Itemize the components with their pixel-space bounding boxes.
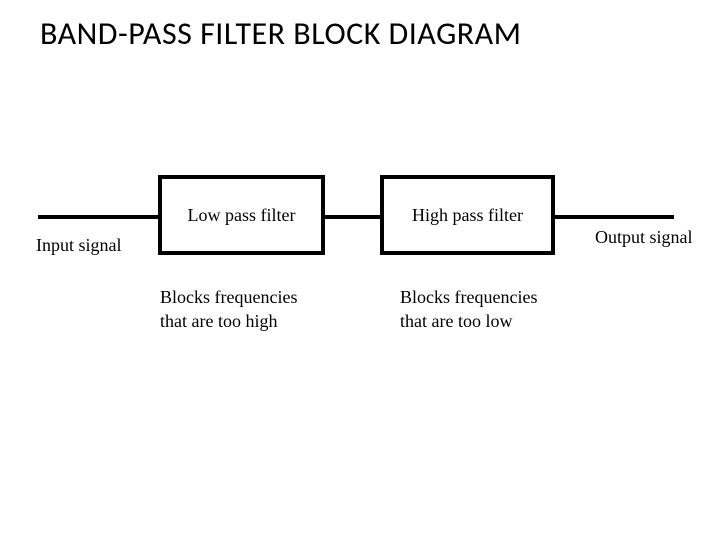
low-pass-filter-label: Low pass filter: [188, 205, 296, 226]
high-pass-filter-label: High pass filter: [412, 205, 523, 226]
low-pass-filter-description: Blocks frequencies that are too high: [160, 285, 297, 334]
hpf-desc-line-1: Blocks frequencies: [400, 285, 537, 309]
page-title: BAND-PASS FILTER BLOCK DIAGRAM: [40, 14, 522, 53]
lpf-desc-line-2: that are too high: [160, 309, 297, 333]
hpf-desc-line-2: that are too low: [400, 309, 537, 333]
high-pass-filter-block: High pass filter: [380, 175, 555, 255]
output-wire: [552, 215, 674, 219]
output-signal-label: Output signal: [595, 225, 693, 249]
lpf-desc-line-1: Blocks frequencies: [160, 285, 297, 309]
input-wire: [38, 215, 158, 219]
low-pass-filter-block: Low pass filter: [158, 175, 325, 255]
slide: BAND-PASS FILTER BLOCK DIAGRAM Low pass …: [0, 0, 720, 540]
input-signal-label: Input signal: [36, 233, 122, 257]
middle-wire: [322, 215, 382, 219]
block-diagram: Low pass filter High pass filter Input s…: [0, 155, 720, 405]
high-pass-filter-description: Blocks frequencies that are too low: [400, 285, 537, 334]
